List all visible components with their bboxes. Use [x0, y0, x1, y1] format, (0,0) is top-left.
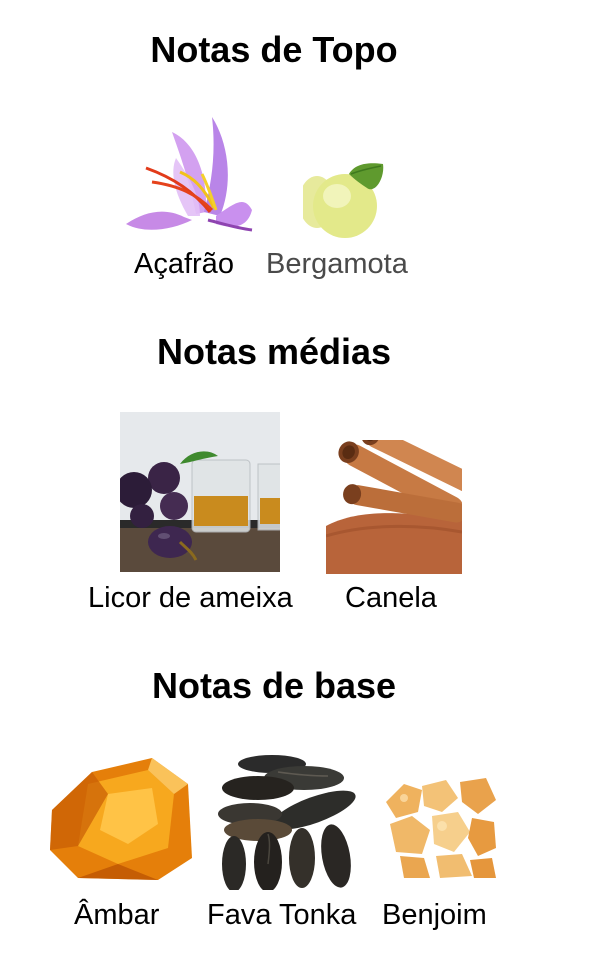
note-label: Fava Tonka: [207, 899, 357, 931]
cinnamon-sticks-image: [326, 440, 462, 574]
note-label: Bergamota: [266, 248, 408, 280]
benzoin-resin-image: [382, 772, 498, 880]
note-label: Benjoim: [382, 899, 487, 931]
note-label: Canela: [345, 582, 437, 614]
tonka-beans-image: [218, 752, 356, 890]
base-notes-heading: Notas de base: [151, 665, 397, 706]
note-label: Licor de ameixa: [88, 582, 293, 614]
middle-notes-heading: Notas médias: [156, 331, 392, 372]
saffron-flower-image: [124, 112, 254, 240]
note-label: Âmbar: [74, 899, 160, 931]
amber-resin-image: [48, 754, 194, 882]
bergamot-fruit-image: [303, 160, 385, 240]
plum-liqueur-image: [120, 412, 280, 572]
note-label: Açafrão: [134, 248, 234, 280]
top-notes-heading: Notas de Topo: [150, 29, 398, 70]
